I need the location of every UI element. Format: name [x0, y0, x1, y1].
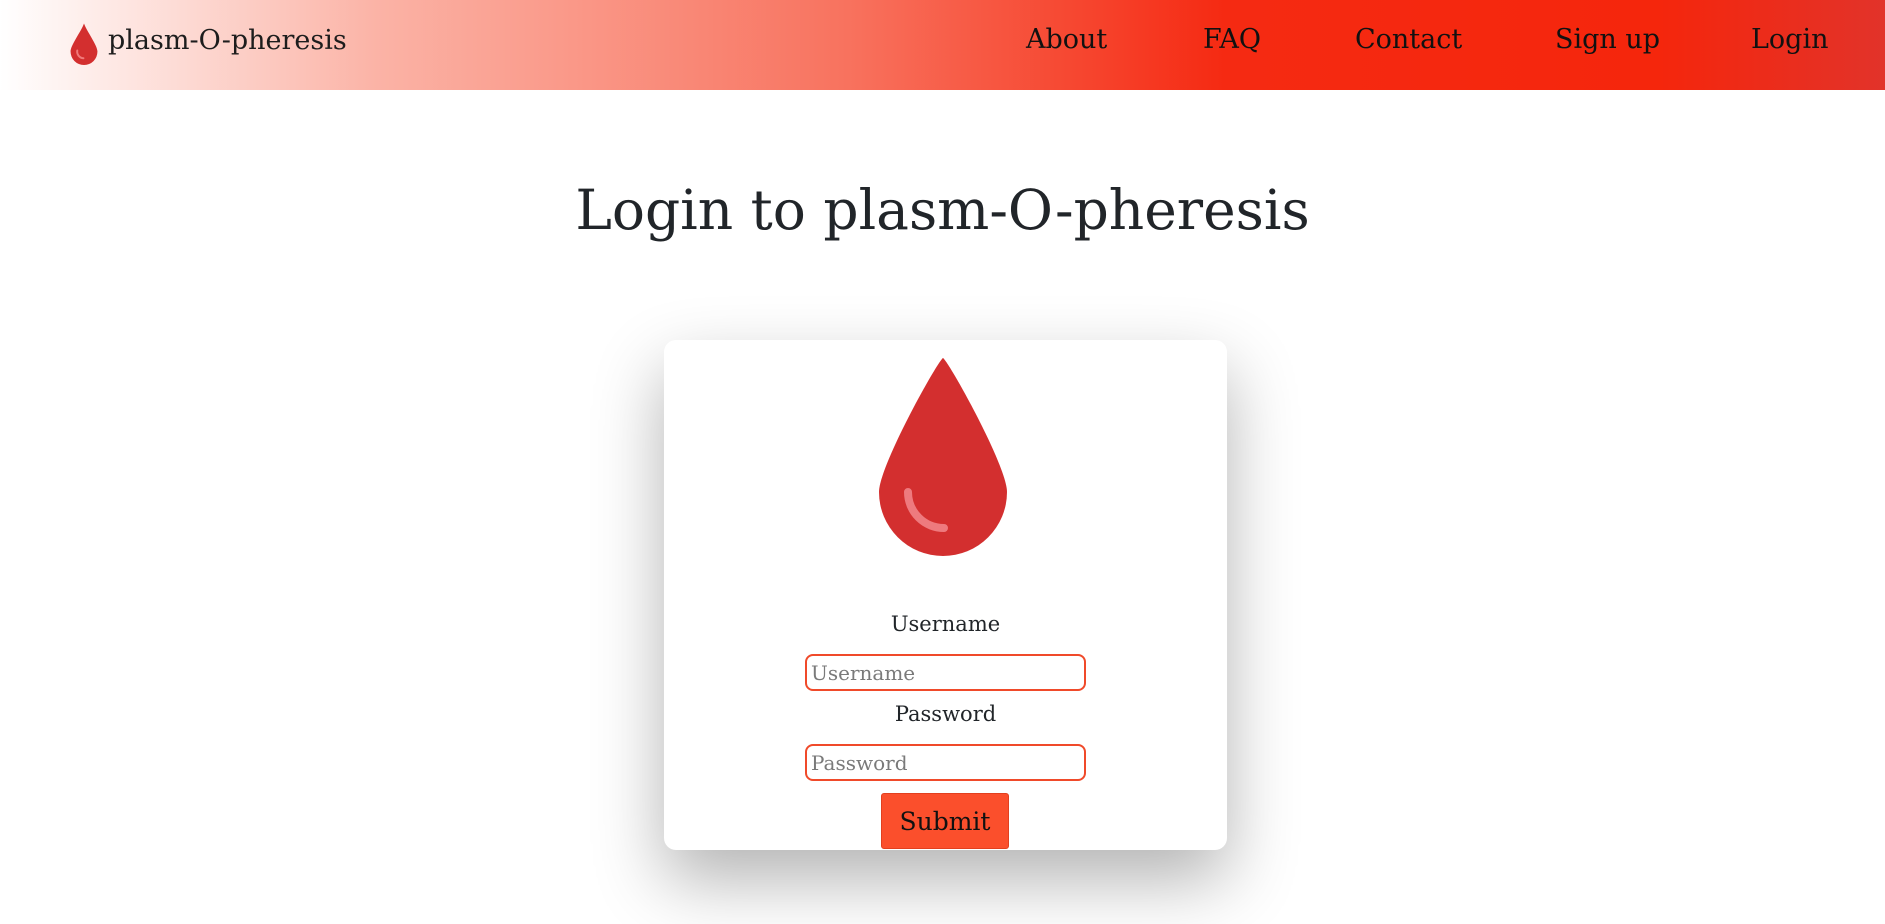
nav-signup-link[interactable]: Sign up [1555, 24, 1660, 55]
submit-button[interactable]: Submit [881, 793, 1009, 849]
nav-contact-link[interactable]: Contact [1355, 24, 1462, 55]
nav-login-link[interactable]: Login [1751, 24, 1829, 55]
blood-drop-icon [878, 354, 1008, 558]
nav-about-link[interactable]: About [1026, 24, 1107, 55]
login-card: Username Password Submit [664, 340, 1227, 850]
page-title: Login to plasm-O-pheresis [575, 178, 1310, 242]
username-input[interactable] [805, 654, 1086, 691]
nav-faq-link[interactable]: FAQ [1203, 24, 1261, 55]
main-nav: About FAQ Contact Sign up Login [0, 24, 1885, 64]
password-label: Password [894, 702, 997, 726]
password-input[interactable] [805, 744, 1086, 781]
username-label: Username [890, 612, 1001, 636]
navbar: plasm-O-pheresis About FAQ Contact Sign … [0, 0, 1885, 90]
